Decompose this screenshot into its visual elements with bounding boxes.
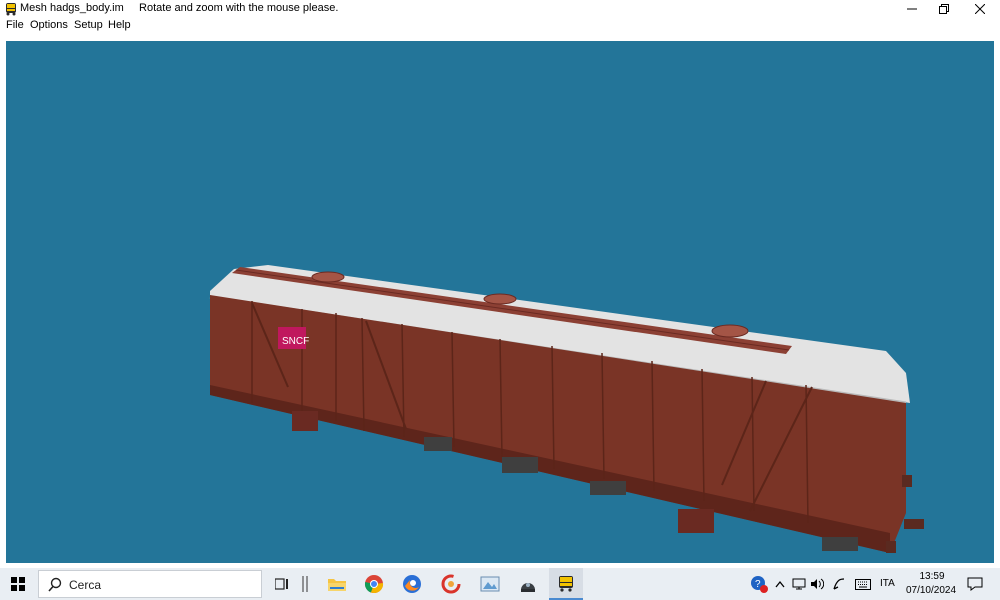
firefox-button[interactable] xyxy=(395,568,429,600)
help-tray-button[interactable]: ? xyxy=(748,568,770,600)
title-bar: Mesh hadgs_body.im Rotate and zoom with … xyxy=(0,0,1000,18)
train-app-icon xyxy=(6,3,16,16)
image-viewer-button[interactable] xyxy=(473,568,507,600)
firefox-icon xyxy=(403,575,421,593)
network-icon xyxy=(792,578,806,590)
folder-icon xyxy=(328,579,346,591)
window-hint: Rotate and zoom with the mouse please. xyxy=(139,2,339,14)
remote-desktop-button[interactable] xyxy=(511,568,545,600)
chrome-icon xyxy=(364,575,384,594)
window-title: Mesh hadgs_body.im Rotate and zoom with … xyxy=(20,2,339,14)
restore-button[interactable] xyxy=(928,0,960,18)
menu-file[interactable]: File xyxy=(6,19,24,31)
minimize-button[interactable] xyxy=(896,0,928,18)
train-icon xyxy=(559,576,573,592)
wagon-model: SNCF xyxy=(209,265,924,553)
notifications-button[interactable] xyxy=(964,568,986,600)
notification-icon xyxy=(967,577,983,591)
ccleaner-button[interactable] xyxy=(434,568,468,600)
close-button[interactable] xyxy=(964,0,996,18)
restore-icon xyxy=(939,4,949,14)
task-view-icon xyxy=(275,578,288,590)
help-alert-icon: ? xyxy=(751,576,768,593)
volume-button[interactable] xyxy=(808,568,826,600)
menu-setup[interactable]: Setup xyxy=(74,19,103,31)
divider-icon xyxy=(302,576,308,592)
clock-date[interactable]: 07/10/2024 xyxy=(905,585,957,596)
3d-viewport[interactable]: SNCF xyxy=(6,41,994,563)
menu-help[interactable]: Help xyxy=(108,19,131,31)
image-viewer-icon xyxy=(480,576,500,592)
search-icon xyxy=(48,577,62,592)
start-button[interactable] xyxy=(0,568,36,600)
speaker-icon xyxy=(811,578,824,590)
minimize-icon xyxy=(907,8,917,10)
file-explorer-button[interactable] xyxy=(320,568,354,600)
close-icon xyxy=(975,4,985,14)
search-placeholder: Cerca xyxy=(69,578,102,592)
ccleaner-icon xyxy=(441,574,461,594)
widgets-button[interactable] xyxy=(292,568,318,600)
train-viewer-button[interactable] xyxy=(549,568,583,600)
sncf-logo-text: SNCF xyxy=(282,336,309,347)
menu-options[interactable]: Options xyxy=(30,19,68,31)
keyboard-button[interactable] xyxy=(852,568,874,600)
roof-hatch-2 xyxy=(483,293,517,305)
pen-icon xyxy=(833,578,845,590)
network-button[interactable] xyxy=(790,568,808,600)
search-box[interactable]: Cerca xyxy=(38,570,262,598)
roof-hatch-3 xyxy=(711,324,749,338)
taskbar: Cerca ? ITA 13:59 07/10/2024 xyxy=(0,568,1000,600)
input-language[interactable]: ITA xyxy=(880,578,895,589)
show-hidden-icons-button[interactable] xyxy=(772,568,788,600)
menu-bar: File Options Setup Help xyxy=(0,18,1000,34)
chevron-up-icon xyxy=(775,580,785,588)
clock-time[interactable]: 13:59 xyxy=(919,571,945,582)
pen-button[interactable] xyxy=(830,568,848,600)
keyboard-icon xyxy=(855,578,871,590)
chrome-button[interactable] xyxy=(357,568,391,600)
helmet-icon xyxy=(521,583,535,592)
windows-icon xyxy=(11,577,25,591)
roof-hatch-1 xyxy=(311,271,345,283)
